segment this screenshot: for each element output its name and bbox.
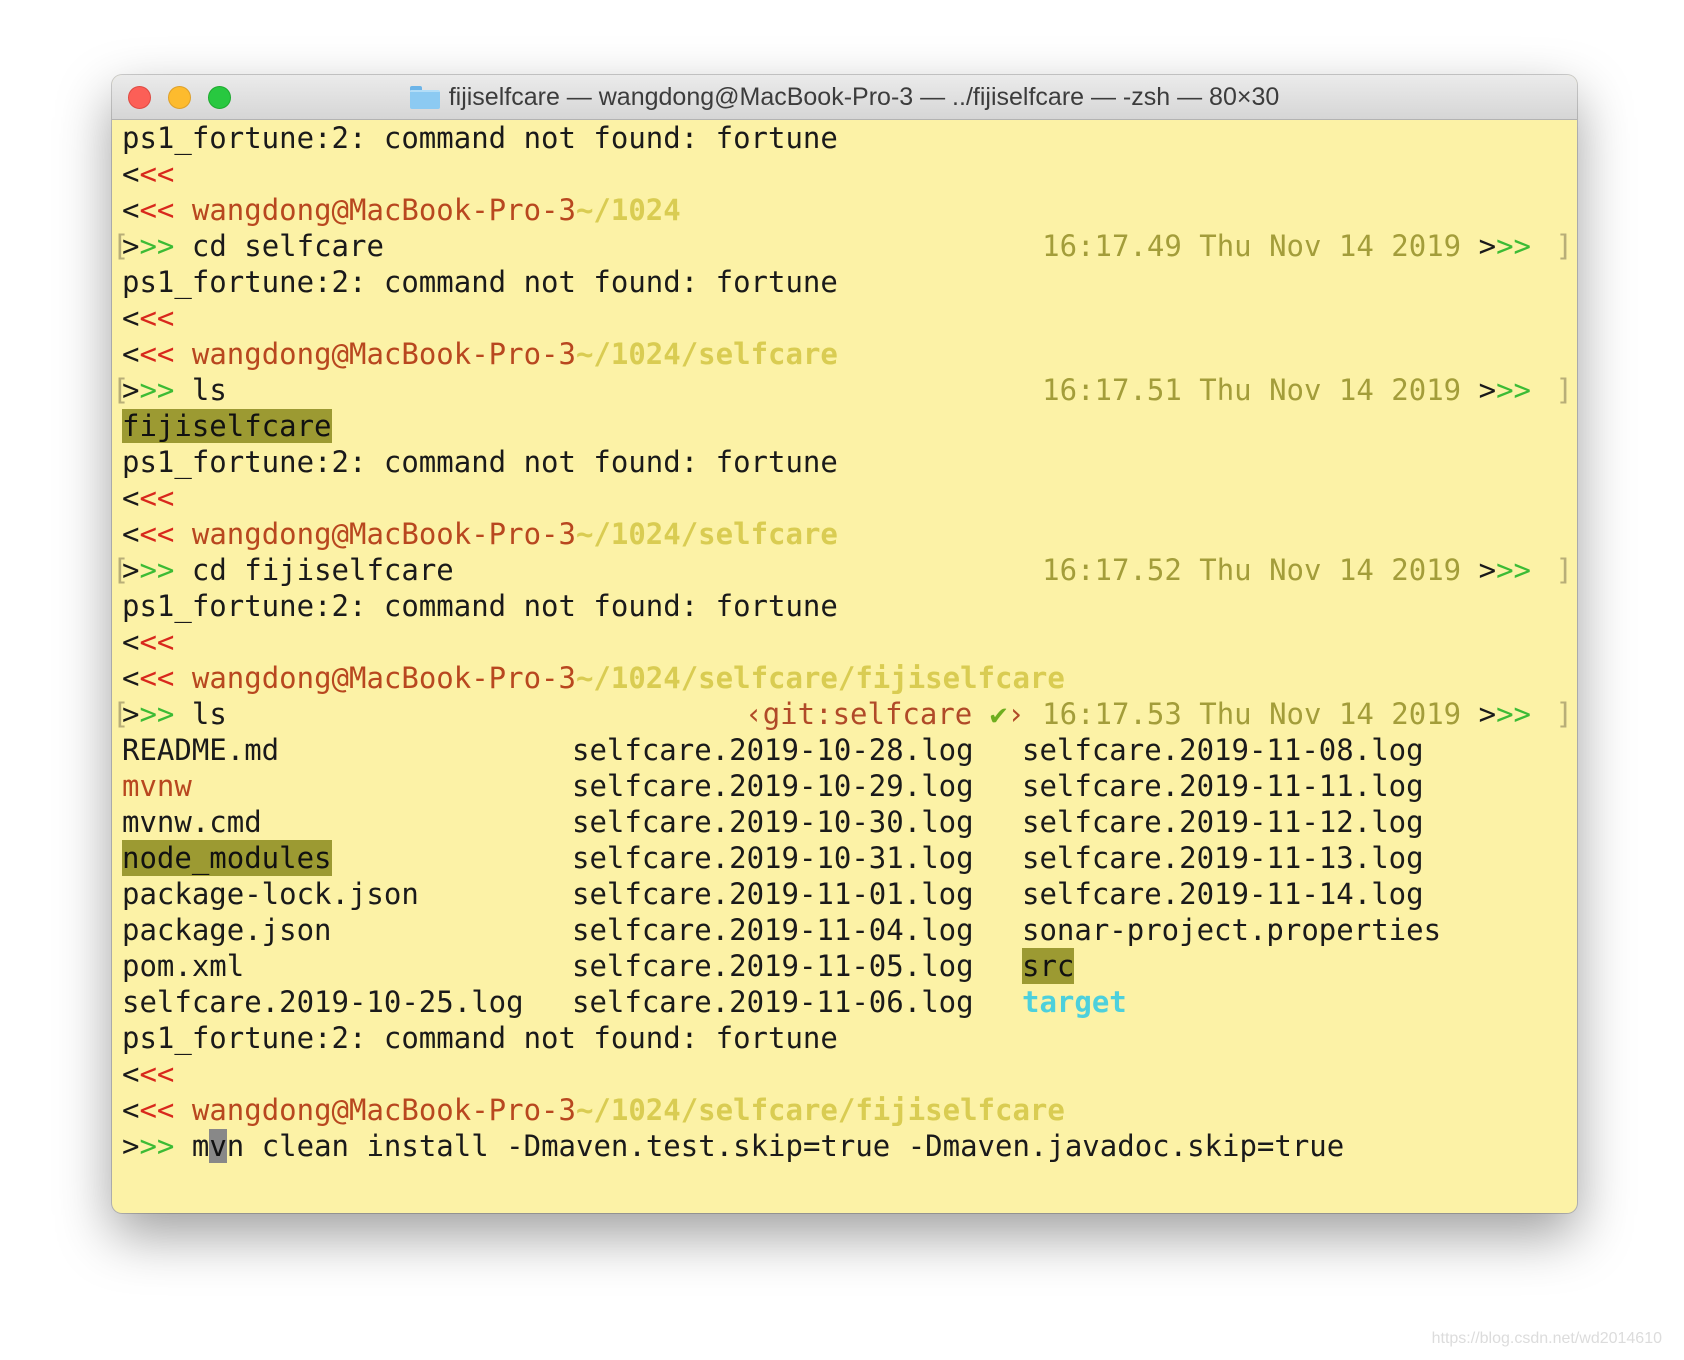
timestamp: 16:17.52 Thu Nov 14 2019 [1042, 553, 1462, 587]
folder-icon [409, 86, 440, 109]
ls-row: mvnw.cmd selfcare.2019-10-30.log selfcare.… [112, 804, 1577, 840]
terminal-line: <<< [122, 157, 175, 191]
file-entry: selfcare.2019-10-28.log [572, 733, 974, 767]
ls-output: fijiselfcare [112, 408, 1577, 444]
command-line: [>>> ls ‹git:selfcare ✔› 16:17.53 Thu Nov… [112, 697, 1573, 731]
terminal-line: <<< [122, 625, 175, 659]
terminal-line: ps1_fortune:2: command not found: fortun… [122, 265, 838, 299]
ls-row: pom.xml selfcare.2019-11-05.log src [112, 948, 1577, 984]
file-entry: selfcare.2019-11-06.log [572, 985, 974, 1019]
command-line: [>>> cd selfcare 16:17.49 Thu Nov 14 2019… [112, 229, 1573, 263]
directory-entry: fijiselfcare [122, 409, 332, 443]
file-entry: pom.xml [122, 949, 245, 983]
file-entry: selfcare.2019-11-12.log [1022, 805, 1424, 839]
file-entry: selfcare.2019-11-13.log [1022, 841, 1424, 875]
prompt-header: <<< wangdong@MacBook-Pro-3~/1024/selfcar… [122, 337, 838, 371]
ls-row: package.json selfcare.2019-11-04.log sonar… [112, 912, 1577, 948]
terminal-line: ps1_fortune:2: command not found: fortun… [122, 589, 838, 623]
file-entry: package-lock.json [122, 877, 419, 911]
watermark: https://blog.csdn.net/wd2014610 [1431, 1330, 1662, 1347]
command-line: [>>> cd fijiselfcare 16:17.52 Thu Nov 14 … [112, 553, 1573, 587]
title-bar: fijiselfcare — wangdong@MacBook-Pro-3 — … [112, 75, 1577, 120]
file-entry: sonar-project.properties [1022, 913, 1442, 947]
file-entry: selfcare.2019-11-01.log [572, 877, 974, 911]
terminal-line: ps1_fortune:2: command not found: fortun… [122, 121, 838, 155]
file-entry: selfcare.2019-10-29.log [572, 769, 974, 803]
file-entry: selfcare.2019-11-05.log [572, 949, 974, 983]
timestamp: 16:17.53 Thu Nov 14 2019 [1042, 697, 1462, 731]
ls-row: README.md selfcare.2019-10-28.log selfcare… [112, 732, 1577, 768]
file-entry: selfcare.2019-11-04.log [572, 913, 974, 947]
terminal-line: <<< [122, 1057, 175, 1091]
git-status: ‹git:selfcare [745, 697, 990, 731]
file-entry: selfcare.2019-10-30.log [572, 805, 974, 839]
timestamp: 16:17.49 Thu Nov 14 2019 [1042, 229, 1462, 263]
executable-entry: mvnw [122, 769, 192, 803]
terminal-line: <<< [122, 301, 175, 335]
file-entry: selfcare.2019-11-11.log [1022, 769, 1424, 803]
file-entry: package.json [122, 913, 332, 947]
ls-row: selfcare.2019-10-25.log selfcare.2019-11-… [112, 984, 1577, 1020]
prompt-header: <<< wangdong@MacBook-Pro-3~/1024/selfcar… [122, 661, 1065, 695]
terminal-line: <<< [122, 481, 175, 515]
symlink-entry: target [1022, 985, 1127, 1019]
current-command-text: m [191, 1129, 210, 1163]
terminal-content[interactable]: ps1_fortune:2: command not found: fortun… [112, 120, 1577, 1164]
command-text: cd selfcare [191, 229, 384, 263]
directory-entry: node_modules [122, 840, 332, 876]
current-command-line[interactable]: >>> mvn clean install -Dmaven.test.skip=… [112, 1128, 1577, 1164]
command-text: ls [191, 697, 227, 731]
file-entry: README.md [122, 733, 280, 767]
ls-row: node_modules selfcare.2019-10-31.log selfc… [112, 840, 1577, 876]
prompt-header: <<< wangdong@MacBook-Pro-3~/1024/selfcar… [122, 1093, 1065, 1127]
file-entry: selfcare.2019-10-25.log [122, 985, 524, 1019]
timestamp: 16:17.51 Thu Nov 14 2019 [1042, 373, 1462, 407]
terminal-line: ps1_fortune:2: command not found: fortun… [122, 445, 838, 479]
command-text: cd fijiselfcare [191, 553, 454, 587]
command-text: ls [191, 373, 227, 407]
ls-row: mvnw selfcare.2019-10-29.log selfcare.2019… [112, 768, 1577, 804]
file-entry: selfcare.2019-10-31.log [572, 841, 974, 875]
directory-entry: src [1022, 948, 1075, 984]
file-entry: mvnw.cmd [122, 805, 262, 839]
file-entry: selfcare.2019-11-08.log [1022, 733, 1424, 767]
prompt-header: <<< wangdong@MacBook-Pro-3~/1024/selfcar… [122, 517, 838, 551]
prompt-header: <<< wangdong@MacBook-Pro-3~/1024 [122, 193, 681, 227]
check-icon: ✔ [989, 697, 1008, 731]
file-entry: selfcare.2019-11-14.log [1022, 877, 1424, 911]
ls-row: package-lock.json selfcare.2019-11-01.log… [112, 876, 1577, 912]
window-title: fijiselfcare — wangdong@MacBook-Pro-3 — … [448, 82, 1280, 111]
text-cursor: v [209, 1129, 227, 1163]
terminal-line: ps1_fortune:2: command not found: fortun… [122, 1021, 838, 1055]
command-line: [>>> ls 16:17.51 Thu Nov 14 2019 >>>] [112, 373, 1573, 407]
terminal-window: fijiselfcare — wangdong@MacBook-Pro-3 — … [112, 75, 1577, 1213]
